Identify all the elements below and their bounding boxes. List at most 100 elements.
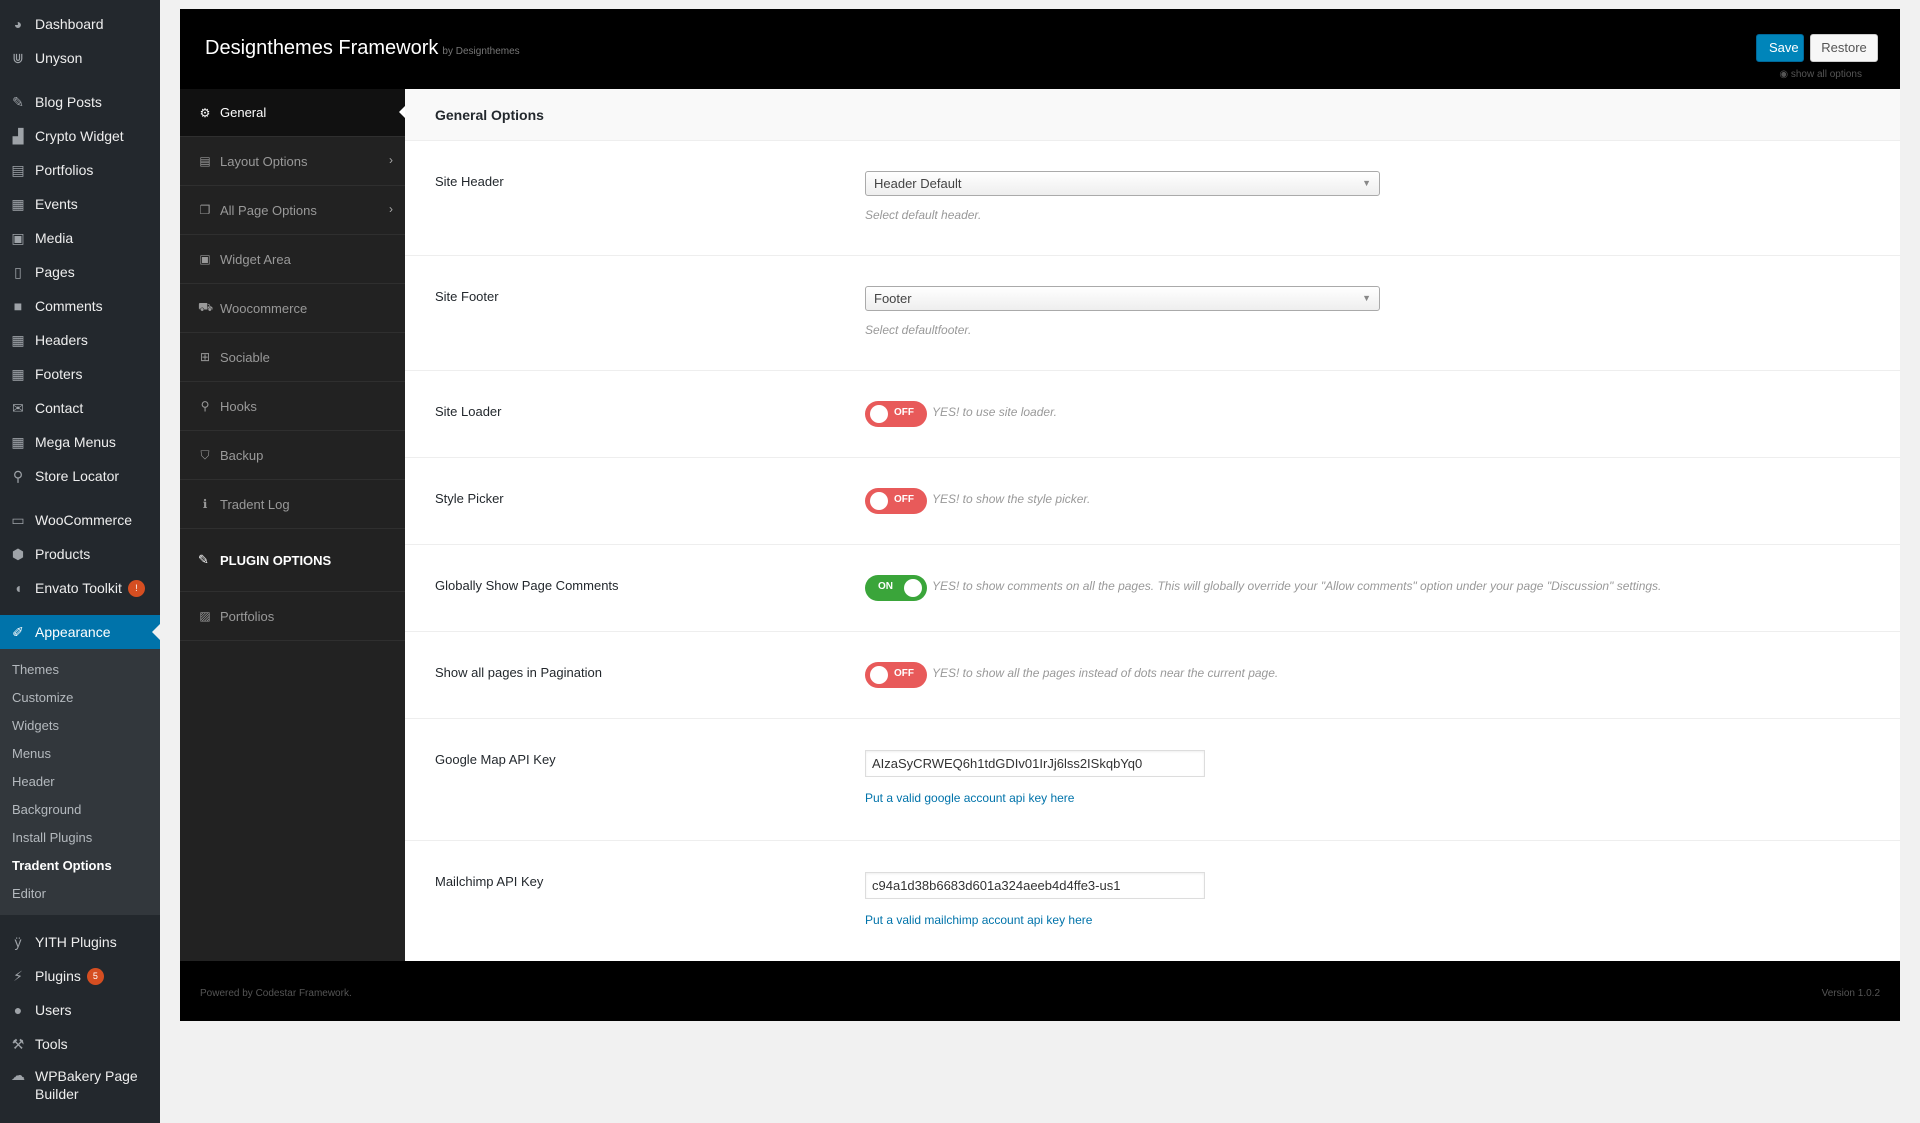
save-button[interactable]: Save xyxy=(1756,34,1804,62)
plug-icon: ✎ xyxy=(198,552,209,567)
portfolio-icon: ▤ xyxy=(11,161,25,178)
menu-events[interactable]: ▦ Events xyxy=(0,187,160,221)
google-map-field: Put a valid google account api key here xyxy=(865,750,1205,805)
nav-all-page-options[interactable]: ❐ All Page Options › xyxy=(180,186,405,235)
site-header-select[interactable]: Header Default ▼ xyxy=(865,171,1380,196)
toggle-state: OFF xyxy=(894,494,914,505)
nav-portfolios[interactable]: ▨ Portfolios xyxy=(180,592,405,641)
menu-portfolios[interactable]: ▤ Portfolios xyxy=(0,153,160,187)
global-comments-toggle[interactable]: ON xyxy=(865,575,927,601)
menu-wpbakery[interactable]: ☁ WPBakery Page Builder xyxy=(0,1061,160,1105)
submenu-menus[interactable]: Menus xyxy=(0,740,160,768)
nav-label: Portfolios xyxy=(220,608,275,624)
menu-label: Portfolios xyxy=(35,162,94,178)
style-picker-desc: YES! to show the style picker. xyxy=(932,492,1091,506)
menu-label: Mega Menus xyxy=(35,434,116,450)
submenu-customize[interactable]: Customize xyxy=(0,684,160,712)
menu-plugins[interactable]: ⚡ Plugins 5 xyxy=(0,959,160,993)
pages-icon: ▯ xyxy=(14,263,22,280)
menu-label: Comments xyxy=(35,298,103,314)
submenu-tradent-options[interactable]: Tradent Options xyxy=(0,852,160,880)
menu-products[interactable]: ⬢ Products xyxy=(0,537,160,571)
paperclip-icon: ⚲ xyxy=(200,399,210,413)
nav-widget-area[interactable]: ▣ Widget Area xyxy=(180,235,405,284)
menu-dashboard[interactable]: ◕ Dashboard xyxy=(0,7,160,41)
menu-unyson[interactable]: ⋓ Unyson xyxy=(0,41,160,75)
submenu-header[interactable]: Header xyxy=(0,768,160,796)
menu-label: Tools xyxy=(35,1036,68,1052)
brush-icon: ✐ xyxy=(12,623,24,640)
menu-comments[interactable]: ■ Comments xyxy=(0,289,160,323)
pagination-toggle[interactable]: OFF xyxy=(865,662,927,688)
version-text: Version 1.0.2 xyxy=(1821,988,1880,999)
nav-woocommerce[interactable]: ⛟ Woocommerce xyxy=(180,284,405,333)
submenu-themes[interactable]: Themes xyxy=(0,656,160,684)
menu-users[interactable]: ● Users xyxy=(0,993,160,1027)
menu-label: Blog Posts xyxy=(35,94,102,110)
site-loader-desc: YES! to use site loader. xyxy=(932,405,1057,419)
submenu-background[interactable]: Background xyxy=(0,796,160,824)
menu-blog-posts[interactable]: ✎ Blog Posts xyxy=(0,85,160,119)
toggle-state: ON xyxy=(878,581,893,592)
selected-value: Footer xyxy=(874,291,912,306)
menu-yith-plugins[interactable]: ÿ YITH Plugins xyxy=(0,925,160,959)
nav-label: Woocommerce xyxy=(220,300,308,316)
menu-footers[interactable]: ▦ Footers xyxy=(0,357,160,391)
show-all-label: show all options xyxy=(1790,69,1862,80)
mailchimp-help-link[interactable]: Put a valid mailchimp account api key he… xyxy=(865,913,1205,927)
submenu-editor[interactable]: Editor xyxy=(0,880,160,908)
show-all-options-link[interactable]: ◉ show all options xyxy=(1779,69,1862,80)
toggle-state: OFF xyxy=(894,407,914,418)
menu-label: Products xyxy=(35,546,91,562)
menu-label: Envato Toolkit xyxy=(35,580,122,596)
options-content: General Options Site Header Header Defau… xyxy=(405,89,1900,961)
style-picker-toggle[interactable]: OFF xyxy=(865,488,927,514)
google-map-row: Google Map API Key Put a valid google ac… xyxy=(405,719,1900,841)
nav-tradent-log[interactable]: ℹ Tradent Log xyxy=(180,480,405,529)
menu-woocommerce[interactable]: ▭ WooCommerce xyxy=(0,503,160,537)
site-footer-field: Footer ▼ Select defaultfooter. xyxy=(865,286,1380,337)
nav-hooks[interactable]: ⚲ Hooks xyxy=(180,382,405,431)
restore-button[interactable]: Restore xyxy=(1810,34,1878,62)
framework-name: Designthemes Framework xyxy=(205,37,439,59)
menu-mega-menus[interactable]: ▦ Mega Menus xyxy=(0,425,160,459)
menu-label: Headers xyxy=(35,332,88,348)
site-footer-select[interactable]: Footer ▼ xyxy=(865,286,1380,311)
submenu-widgets[interactable]: Widgets xyxy=(0,712,160,740)
menu-label: Contact xyxy=(35,400,84,416)
menu-envato-toolkit[interactable]: ◖ Envato Toolkit! xyxy=(0,571,160,605)
pagination-field: OFF YES! to show all the pages instead o… xyxy=(865,662,1278,688)
comment-icon: ■ xyxy=(13,298,23,314)
cart-icon: ⛟ xyxy=(198,300,214,314)
menu-media[interactable]: ▣ Media xyxy=(0,221,160,255)
menu-store-locator[interactable]: ⚲ Store Locator xyxy=(0,459,160,493)
menu-pages[interactable]: ▯ Pages xyxy=(0,255,160,289)
menu-contact[interactable]: ✉ Contact xyxy=(0,391,160,425)
site-footer-desc: Select defaultfooter. xyxy=(865,323,972,337)
site-loader-label: Site Loader xyxy=(435,404,502,419)
menu-appearance[interactable]: ✐ Appearance xyxy=(0,615,160,649)
site-loader-toggle[interactable]: OFF xyxy=(865,401,927,427)
nav-backup[interactable]: ⛉ Backup xyxy=(180,431,405,480)
mailchimp-api-key-input[interactable] xyxy=(865,872,1205,899)
menu-tools[interactable]: ⚒ Tools xyxy=(0,1027,160,1061)
site-footer-row: Site Footer Footer ▼ Select defaultfooter… xyxy=(405,256,1900,371)
wrench-icon: ⚒ xyxy=(11,1035,25,1052)
nav-layout-options[interactable]: ▤ Layout Options › xyxy=(180,137,405,186)
nav-label: Sociable xyxy=(220,349,270,365)
menu-label: Users xyxy=(35,1002,72,1018)
menu-crypto-widget[interactable]: ▟ Crypto Widget xyxy=(0,119,160,153)
menu-headers[interactable]: ▦ Headers xyxy=(0,323,160,357)
menu-label: Plugins xyxy=(35,968,81,984)
submenu-install-plugins[interactable]: Install Plugins xyxy=(0,824,160,852)
nav-label: Tradent Log xyxy=(220,496,290,512)
chevron-right-icon: › xyxy=(389,202,393,216)
google-map-help-link[interactable]: Put a valid google account api key here xyxy=(865,791,1205,805)
yith-icon: ÿ xyxy=(14,934,22,950)
heading-label: PLUGIN OPTIONS xyxy=(220,552,332,568)
nav-general[interactable]: ⚙ General xyxy=(180,89,405,137)
nav-sociable[interactable]: ⊞ Sociable xyxy=(180,333,405,382)
nav-label: All Page Options xyxy=(220,202,317,218)
google-map-api-key-input[interactable] xyxy=(865,750,1205,777)
pin-icon: ✎ xyxy=(12,93,24,110)
